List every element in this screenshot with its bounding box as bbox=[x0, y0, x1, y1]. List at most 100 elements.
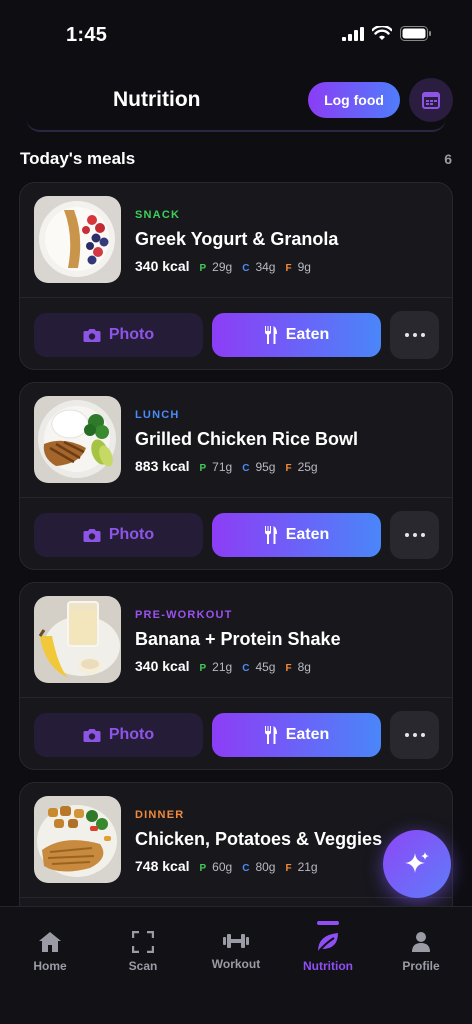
protein-label: P bbox=[199, 263, 207, 274]
eaten-label: Eaten bbox=[285, 526, 330, 543]
carbs-value: 45g bbox=[255, 660, 276, 674]
ai-assistant-button[interactable] bbox=[383, 830, 451, 898]
meal-count: 6 bbox=[444, 151, 452, 167]
status-icons bbox=[342, 26, 432, 41]
fat-value: 21g bbox=[297, 860, 318, 874]
tab-label: Workout bbox=[211, 957, 261, 971]
meal-name: Chicken, Potatoes & Veggies bbox=[135, 829, 383, 849]
utensils-icon bbox=[264, 326, 277, 344]
meal-card: LUNCH Grilled Chicken Rice Bowl 883 kcal… bbox=[19, 382, 453, 570]
photo-label: Photo bbox=[108, 726, 155, 743]
photo-button[interactable]: Photo bbox=[34, 713, 203, 757]
collapsed-panel-edge bbox=[26, 118, 446, 132]
carbs-label: C bbox=[242, 263, 250, 274]
protein-value: 21g bbox=[212, 660, 233, 674]
tab-label: Profile bbox=[402, 959, 440, 973]
status-time: 1:45 bbox=[66, 24, 108, 46]
wifi-icon bbox=[372, 26, 392, 40]
tab-label: Home bbox=[33, 959, 67, 973]
meal-type-label: PRE-WORKOUT bbox=[135, 609, 233, 621]
more-options-button[interactable] bbox=[390, 711, 439, 759]
protein-value: 71g bbox=[212, 460, 233, 474]
meal-card: PRE-WORKOUT Banana + Protein Shake 340 k… bbox=[19, 582, 453, 770]
protein-label: P bbox=[199, 463, 207, 474]
yogurt-bowl-image bbox=[34, 196, 121, 283]
section-title: Today's meals bbox=[20, 149, 136, 168]
carbs-value: 34g bbox=[255, 260, 276, 274]
signal-icon bbox=[342, 26, 364, 41]
tab-nutrition[interactable]: Nutrition bbox=[283, 931, 373, 973]
protein-label: P bbox=[199, 663, 207, 674]
chicken-rice-bowl-image bbox=[34, 396, 121, 483]
fat-label: F bbox=[285, 863, 292, 874]
card-divider bbox=[20, 897, 452, 898]
photo-label: Photo bbox=[108, 526, 155, 543]
meal-type-label: DINNER bbox=[135, 809, 185, 821]
photo-button[interactable]: Photo bbox=[34, 313, 203, 357]
camera-icon bbox=[83, 728, 101, 742]
tab-label: Nutrition bbox=[303, 959, 353, 973]
more-dots-icon bbox=[404, 733, 425, 737]
meal-type-label: SNACK bbox=[135, 209, 181, 221]
calendar-icon bbox=[422, 92, 440, 109]
carbs-label: C bbox=[242, 663, 250, 674]
macro-summary: 883 kcal P 71g C 95g F 25g bbox=[135, 458, 328, 474]
utensils-icon bbox=[264, 526, 277, 544]
tab-workout[interactable]: Workout bbox=[191, 931, 281, 971]
meal-card: SNACK Greek Yogurt & Granola 340 kcal P … bbox=[19, 182, 453, 370]
sparkle-icon bbox=[405, 852, 429, 873]
card-divider bbox=[20, 497, 452, 498]
fat-label: F bbox=[285, 463, 292, 474]
calories: 748 kcal bbox=[135, 858, 190, 874]
home-icon bbox=[39, 932, 61, 952]
tab-home[interactable]: Home bbox=[5, 931, 95, 973]
calories: 340 kcal bbox=[135, 658, 190, 674]
scan-icon bbox=[132, 931, 154, 953]
status-bar: 1:45 bbox=[0, 0, 472, 64]
tab-label: Scan bbox=[128, 959, 158, 973]
more-options-button[interactable] bbox=[390, 511, 439, 559]
log-food-button[interactable]: Log food bbox=[308, 82, 400, 118]
tab-scan[interactable]: Scan bbox=[98, 931, 188, 973]
fat-label: F bbox=[285, 663, 292, 674]
calories: 883 kcal bbox=[135, 458, 190, 474]
leaf-icon bbox=[318, 933, 338, 952]
meal-photo bbox=[34, 196, 121, 283]
active-tab-indicator bbox=[317, 921, 339, 925]
battery-icon bbox=[400, 26, 431, 41]
more-dots-icon bbox=[404, 533, 425, 537]
carbs-value: 95g bbox=[255, 460, 276, 474]
page-title: Nutrition bbox=[113, 88, 201, 111]
protein-value: 60g bbox=[212, 860, 233, 874]
photo-button[interactable]: Photo bbox=[34, 513, 203, 557]
calendar-button[interactable] bbox=[409, 78, 453, 122]
card-divider bbox=[20, 697, 452, 698]
eaten-button[interactable]: Eaten bbox=[212, 513, 381, 557]
camera-icon bbox=[83, 528, 101, 542]
bottom-tab-bar: Home Scan Workout Nutrition Profile bbox=[0, 906, 472, 1024]
photo-label: Photo bbox=[108, 326, 155, 343]
utensils-icon bbox=[264, 726, 277, 744]
meal-type-label: LUNCH bbox=[135, 409, 180, 421]
meal-name: Greek Yogurt & Granola bbox=[135, 229, 339, 249]
chicken-potatoes-veggies-image bbox=[34, 796, 121, 883]
page-header: Nutrition Log food bbox=[0, 76, 472, 124]
eaten-button[interactable]: Eaten bbox=[212, 313, 381, 357]
tab-profile[interactable]: Profile bbox=[376, 931, 466, 973]
calories: 340 kcal bbox=[135, 258, 190, 274]
more-options-button[interactable] bbox=[390, 311, 439, 359]
carbs-value: 80g bbox=[255, 860, 276, 874]
fat-value: 25g bbox=[297, 460, 318, 474]
protein-value: 29g bbox=[212, 260, 233, 274]
meal-photo bbox=[34, 596, 121, 683]
carbs-label: C bbox=[242, 463, 250, 474]
more-dots-icon bbox=[404, 333, 425, 337]
macro-summary: 748 kcal P 60g C 80g F 21g bbox=[135, 858, 328, 874]
meal-photo bbox=[34, 396, 121, 483]
macro-summary: 340 kcal P 29g C 34g F 9g bbox=[135, 258, 321, 274]
banana-shake-image bbox=[34, 596, 121, 683]
eaten-button[interactable]: Eaten bbox=[212, 713, 381, 757]
meal-photo bbox=[34, 796, 121, 883]
carbs-label: C bbox=[242, 863, 250, 874]
macro-summary: 340 kcal P 21g C 45g F 8g bbox=[135, 658, 321, 674]
